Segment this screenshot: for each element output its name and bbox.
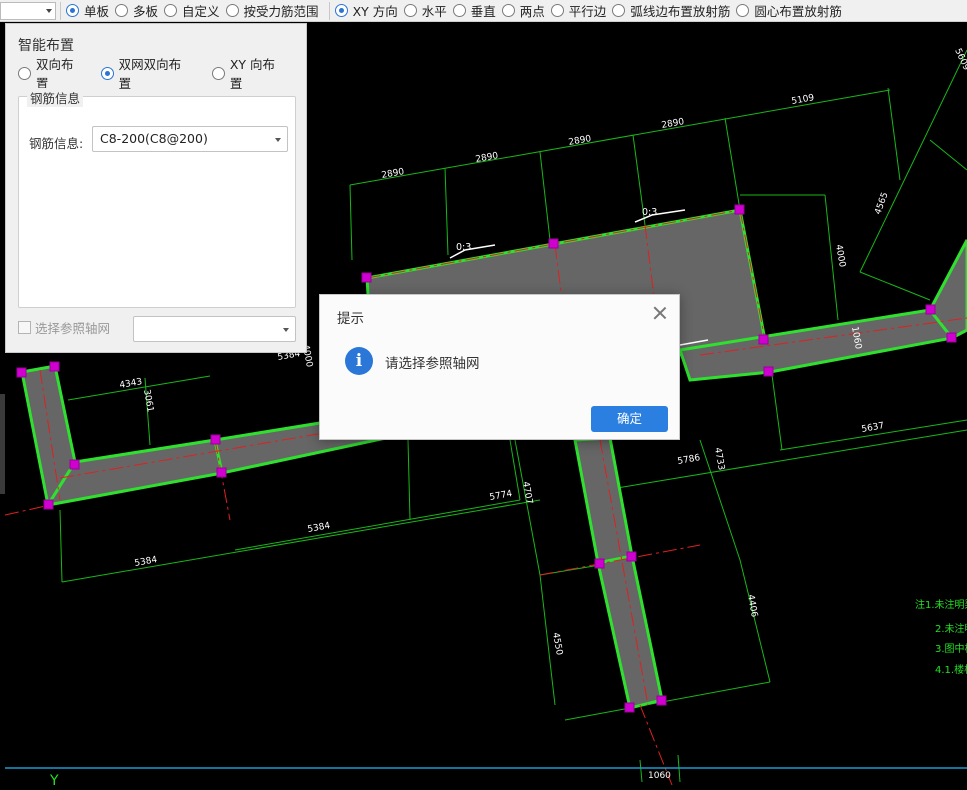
radio-indicator [452,4,466,17]
radio-parallel-edge[interactable]: 平行边 [550,0,613,21]
radio-indicator [100,66,114,80]
radio-double-mesh-bidirectional[interactable]: 双网双向布置 [100,57,212,91]
ref-axis-select[interactable] [133,316,296,342]
radio-label: 按受力筋范围 [243,4,319,19]
radio-label: XY 向布置 [229,57,276,91]
radio-horizontal[interactable]: 水平 [403,0,453,21]
radio-vertical[interactable]: 垂直 [452,0,502,21]
ref-axis-label: 选择参照轴网 [35,321,111,336]
radio-indicator [403,4,417,17]
radio-label: 水平 [421,4,447,19]
svg-text:Y: Y [49,773,59,789]
radio-xy-layout[interactable]: XY 向布置 [211,57,306,91]
info-icon: i [345,347,373,375]
radio-indicator [225,4,239,17]
radio-label: 自定义 [182,4,220,19]
radio-custom[interactable]: 自定义 [164,0,226,21]
svg-text:1060: 1060 [648,771,671,781]
radio-label: 单板 [84,4,110,19]
rebar-info-group: 钢筋信息 钢筋信息: C8-200(C8@200) [18,88,296,308]
prompt-dialog: 提示 i 请选择参照轴网 确定 [319,294,680,440]
radio-label: 两点 [519,4,545,19]
svg-text:4.1.楼板钢筋保: 4.1.楼板钢筋保 [935,663,967,676]
chevron-down-icon [275,138,281,142]
ok-button[interactable]: 确定 [591,406,668,432]
radio-indicator [18,66,31,80]
toolbar-separator [328,1,330,20]
svg-text:3.图中板面标高: 3.图中板面标高 [935,642,967,655]
group-title: 钢筋信息 [27,88,84,107]
radio-by-rebar-range[interactable]: 按受力筋范围 [225,0,325,21]
board-option-group: 单板 多板 自定义 按受力筋范围 [66,0,325,21]
chevron-down-icon [283,328,289,332]
radio-indicator [501,4,515,17]
direction-option-group: XY 方向 水平 垂直 两点 平行边 弧线边布置放射筋 圆心布置放射筋 [334,0,848,21]
radio-indicator [334,4,348,17]
toolbar-separator [60,1,61,20]
rebar-info-value: C8-200(C8@200) [100,131,208,146]
checkbox-box [18,321,31,334]
radio-center-radial[interactable]: 圆心布置放射筋 [736,0,848,21]
radio-label: XY 方向 [352,4,398,19]
radio-indicator [736,4,750,17]
radio-label: 双向布置 [36,57,74,91]
svg-text:0:3: 0:3 [642,207,657,218]
radio-multi-board[interactable]: 多板 [115,0,164,21]
radio-two-points[interactable]: 两点 [501,0,551,21]
mode-dropdown[interactable] [0,1,56,20]
rebar-info-select[interactable]: C8-200(C8@200) [92,126,288,152]
ref-axis-checkbox[interactable]: 选择参照轴网 [18,318,110,337]
close-icon[interactable] [653,306,667,320]
svg-text:0:3: 0:3 [456,242,471,253]
radio-label: 垂直 [470,4,496,19]
dialog-message: 请选择参照轴网 [385,356,480,372]
svg-text:注1.未注明梁宽度详: 注1.未注明梁宽度详 [915,598,967,611]
radio-indicator [66,4,79,17]
panel-title: 智能布置 [18,38,74,54]
chevron-down-icon [46,8,52,13]
radio-label: 双网双向布置 [118,57,182,91]
top-toolbar: 单板 多板 自定义 按受力筋范围 XY 方向 水平 垂直 两点 平行边 弧线边布… [0,0,967,22]
radio-indicator [115,4,129,17]
svg-text:2.未注明板厚度: 2.未注明板厚度 [935,622,967,635]
radio-label: 多板 [133,4,159,19]
radio-xy-direction[interactable]: XY 方向 [334,0,404,21]
smart-layout-panel: 智能布置 双向布置 双网双向布置 XY 向布置 钢筋信息 钢筋信息: C8-20… [5,23,307,353]
dialog-title: 提示 [337,311,364,327]
rebar-info-label: 钢筋信息: [29,136,84,151]
radio-indicator [550,4,564,17]
layout-mode-group: 双向布置 双网双向布置 XY 向布置 [18,57,306,91]
left-edge-strip [0,394,5,494]
radio-bidirectional[interactable]: 双向布置 [18,57,101,91]
radio-label: 弧线边布置放射筋 [630,4,731,19]
radio-indicator [164,4,178,17]
radio-label: 圆心布置放射筋 [754,4,842,19]
radio-indicator [612,4,626,17]
radio-single-board[interactable]: 单板 [66,0,115,21]
radio-indicator [211,66,225,80]
radio-arc-edge-radial[interactable]: 弧线边布置放射筋 [612,0,736,21]
radio-label: 平行边 [568,4,607,19]
